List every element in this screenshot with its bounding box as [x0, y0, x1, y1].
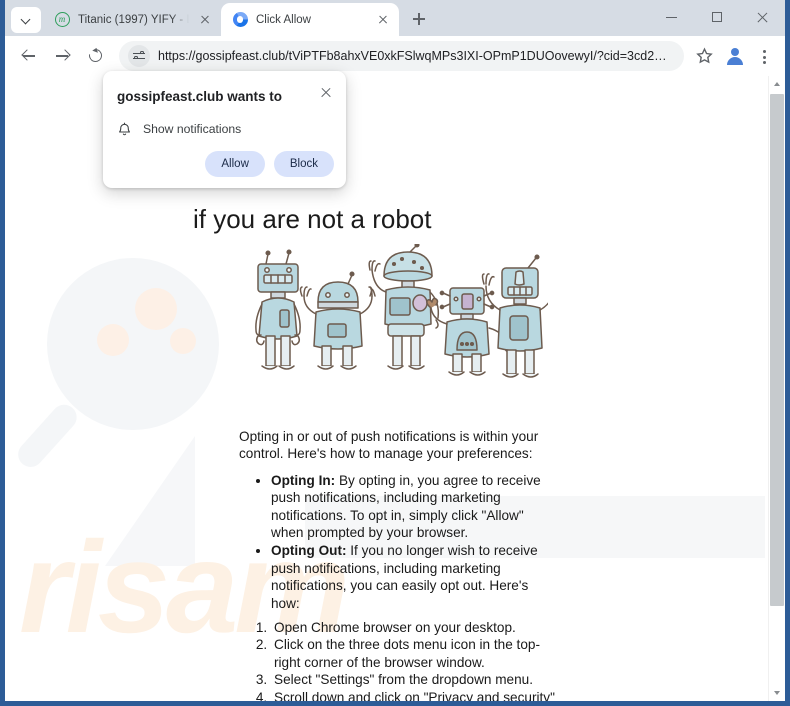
- scroll-up-arrow-icon[interactable]: [769, 76, 785, 93]
- close-icon[interactable]: [375, 12, 391, 28]
- tab-search-button[interactable]: [11, 7, 41, 33]
- new-tab-button[interactable]: [405, 5, 433, 33]
- robots-illustration: [248, 242, 556, 384]
- page-headline: if you are not a robot: [193, 204, 432, 234]
- tab-click-allow[interactable]: Click Allow: [221, 3, 399, 36]
- reload-icon: [86, 46, 105, 65]
- url-text: https://gossipfeast.club/tViPTFb8ahxVE0x…: [158, 49, 671, 63]
- watermark-dot: [170, 328, 196, 354]
- list-item: Opting Out: If you no longer wish to rec…: [271, 542, 559, 612]
- page-scrollbar[interactable]: [768, 76, 785, 701]
- bullet-lead: Opting Out:: [271, 543, 347, 559]
- list-item: Click on the three dots menu icon in the…: [271, 636, 559, 671]
- bullet-lead: Opting In:: [271, 472, 336, 488]
- tab-title: Titanic (1997) YIFY - Download: [78, 13, 189, 26]
- arrow-right-icon: [56, 55, 68, 57]
- browser-toolbar: https://gossipfeast.club/tViPTFb8ahxVE0x…: [5, 36, 785, 76]
- block-button[interactable]: Block: [273, 151, 334, 177]
- minimize-button[interactable]: [650, 0, 695, 34]
- maximize-button[interactable]: [695, 0, 740, 34]
- chrome-menu-icon[interactable]: [752, 42, 776, 70]
- reload-button[interactable]: [80, 41, 110, 71]
- yify-m-icon: m: [54, 12, 70, 28]
- close-icon[interactable]: [197, 12, 213, 28]
- opt-out-steps: Open Chrome browser on your desktop. Cli…: [239, 619, 559, 701]
- chrome-globe-icon: [232, 12, 248, 28]
- watermark-dot: [135, 288, 177, 330]
- notification-permission-dialog: gossipfeast.club wants to Show notificat…: [103, 71, 346, 188]
- scroll-down-arrow-icon[interactable]: [769, 684, 785, 701]
- bookmark-star-icon[interactable]: [692, 43, 718, 69]
- bell-icon: [117, 121, 132, 137]
- address-bar[interactable]: https://gossipfeast.club/tViPTFb8ahxVE0x…: [119, 41, 684, 71]
- notification-instructions: Opting in or out of push notifications i…: [239, 428, 559, 701]
- magnifier-handle-watermark: [13, 399, 82, 473]
- window-controls: [650, 0, 785, 34]
- tab-titanic[interactable]: m Titanic (1997) YIFY - Download: [43, 3, 221, 36]
- list-item: Open Chrome browser on your desktop.: [271, 619, 559, 636]
- tab-title: Click Allow: [256, 13, 311, 26]
- dialog-title: gossipfeast.club wants to: [117, 89, 283, 104]
- watermark-dot: [97, 324, 129, 356]
- site-settings-icon[interactable]: [128, 45, 150, 67]
- scrollbar-thumb[interactable]: [770, 94, 784, 606]
- intro-paragraph: Opting in or out of push notifications i…: [239, 429, 539, 462]
- allow-button[interactable]: Allow: [205, 151, 265, 177]
- back-button[interactable]: [14, 41, 44, 71]
- browser-window: m Titanic (1997) YIFY - Download Click A…: [0, 0, 790, 706]
- close-icon[interactable]: [315, 82, 337, 104]
- arrow-left-icon: [23, 55, 35, 57]
- forward-button[interactable]: [47, 41, 77, 71]
- permission-label: Show notifications: [143, 122, 242, 136]
- list-item: Scroll down and click on "Privacy and se…: [271, 689, 559, 701]
- opt-bullet-list: Opting In: By opting in, you agree to re…: [239, 472, 559, 612]
- profile-avatar-icon[interactable]: [721, 42, 749, 70]
- list-item: Opting In: By opting in, you agree to re…: [271, 472, 559, 542]
- chevron-down-icon: [22, 16, 31, 25]
- list-item: Select "Settings" from the dropdown menu…: [271, 671, 559, 688]
- tab-strip: m Titanic (1997) YIFY - Download Click A…: [5, 0, 785, 36]
- close-window-button[interactable]: [740, 0, 785, 34]
- dialog-actions: Allow Block: [205, 151, 334, 177]
- permission-row: Show notifications: [117, 121, 241, 137]
